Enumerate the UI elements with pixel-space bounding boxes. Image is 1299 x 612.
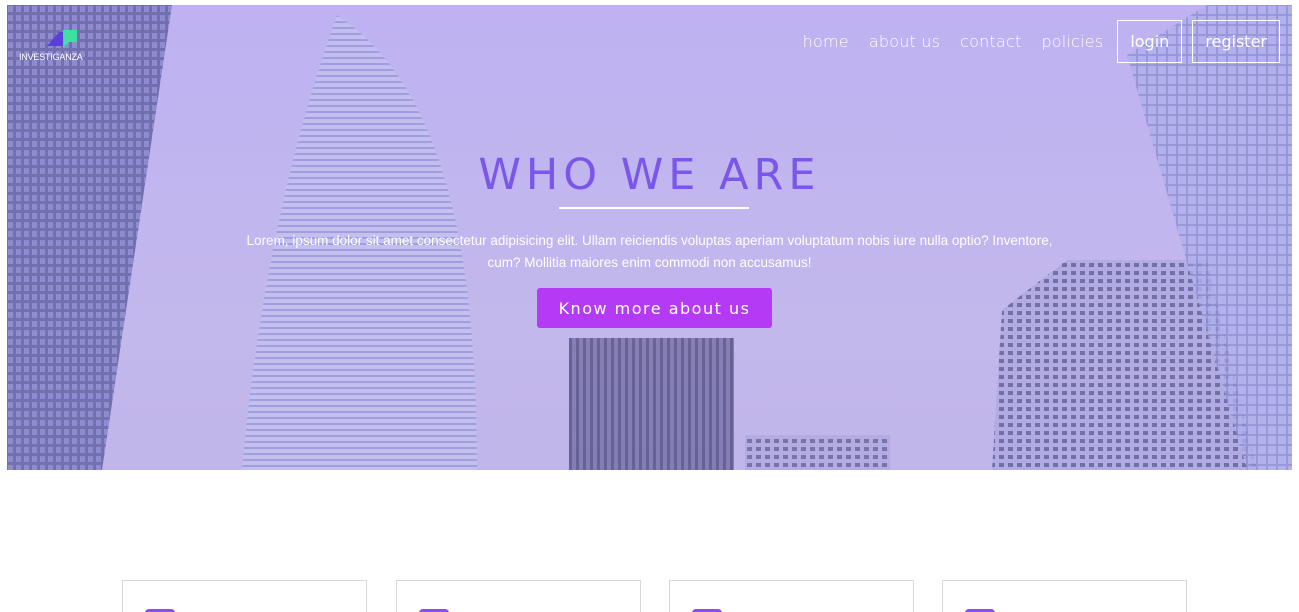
feature-card (396, 580, 641, 612)
login-button[interactable]: login (1117, 20, 1183, 63)
brand-logo[interactable]: INVESTIGANZA (19, 24, 99, 64)
hero-banner: INVESTIGANZA home about us contact polic… (7, 5, 1292, 470)
nav-link-home[interactable]: home (803, 32, 849, 51)
hero-title: WHO WE ARE (478, 150, 821, 200)
title-divider (559, 207, 749, 209)
feature-card (122, 580, 367, 612)
logo-mark-icon (47, 30, 77, 48)
nav-link-policies[interactable]: policies (1041, 32, 1103, 51)
hero-description: Lorem, ipsum dolor sit amet consectetur … (246, 233, 1053, 270)
nav-link-about-us[interactable]: about us (869, 32, 940, 51)
register-button[interactable]: register (1192, 20, 1280, 63)
nav-link-contact[interactable]: contact (960, 32, 1021, 51)
feature-card (669, 580, 914, 612)
feature-card (942, 580, 1187, 612)
know-more-button[interactable]: Know more about us (537, 288, 772, 328)
brand-name: INVESTIGANZA (19, 52, 83, 62)
main-nav: home about us contact policies login reg… (783, 20, 1280, 63)
